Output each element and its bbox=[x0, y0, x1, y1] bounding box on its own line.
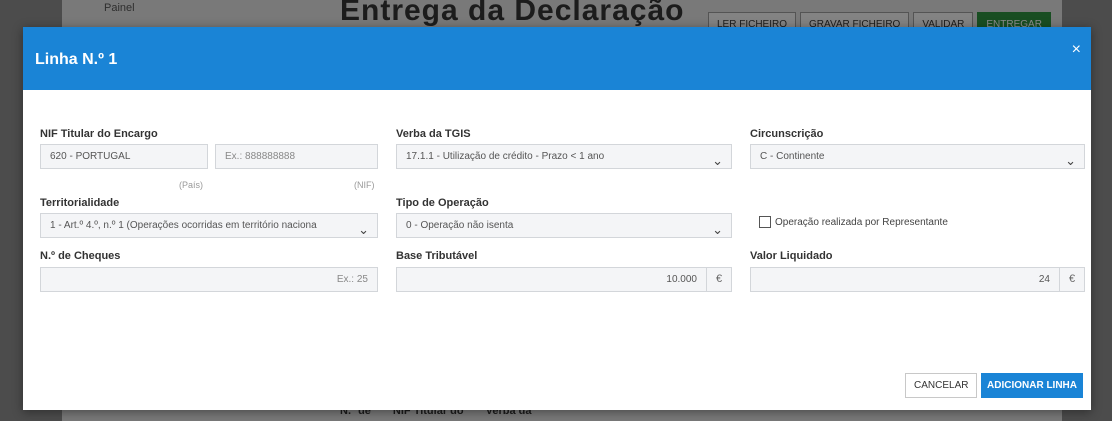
chevron-down-icon: ⌄ bbox=[712, 153, 723, 168]
nif-hint: (NIF) bbox=[354, 180, 375, 190]
tipo-operacao-select[interactable]: 0 - Operação não isenta ⌄ bbox=[396, 213, 732, 238]
circunscricao-label: Circunscrição bbox=[750, 128, 824, 140]
nif-field[interactable]: Ex.: 888888888 bbox=[215, 144, 378, 169]
country-hint: (País) bbox=[179, 180, 204, 190]
verba-select[interactable]: 17.1.1 - Utilização de crédito - Prazo <… bbox=[396, 144, 732, 169]
euro-unit: € bbox=[1059, 268, 1084, 291]
chevron-down-icon: ⌄ bbox=[1065, 153, 1076, 168]
base-tributavel-label: Base Tributável bbox=[396, 250, 478, 262]
territorialidade-value: 1 - Art.º 4.º, n.º 1 (Operações ocorrida… bbox=[50, 220, 317, 231]
representante-checkbox[interactable] bbox=[759, 216, 771, 228]
nif-titular-label: NIF Titular do Encargo bbox=[40, 128, 158, 140]
close-icon[interactable]: × bbox=[1072, 41, 1081, 59]
modal-header: Linha N.º 1 × bbox=[23, 27, 1091, 90]
line-modal: Linha N.º 1 × NIF Titular do Encargo 620… bbox=[23, 27, 1091, 410]
tipo-operacao-label: Tipo de Operação bbox=[396, 197, 489, 209]
cancel-button[interactable]: CANCELAR bbox=[905, 373, 978, 398]
euro-unit: € bbox=[706, 268, 731, 291]
verba-value: 17.1.1 - Utilização de crédito - Prazo <… bbox=[406, 151, 605, 162]
representante-label: Operação realizada por Representante bbox=[775, 217, 948, 228]
country-field[interactable]: 620 - PORTUGAL bbox=[40, 144, 208, 169]
verba-label: Verba da TGIS bbox=[396, 128, 471, 140]
valor-liquidado-value: 24 bbox=[1038, 274, 1050, 285]
base-tributavel-value: 10.000 bbox=[666, 274, 697, 285]
circunscricao-select[interactable]: C - Continente ⌄ bbox=[750, 144, 1085, 169]
cheques-label: N.º de Cheques bbox=[40, 250, 121, 262]
cheques-field[interactable]: Ex.: 25 bbox=[40, 267, 378, 292]
chevron-down-icon: ⌄ bbox=[712, 222, 723, 237]
valor-liquidado-label: Valor Liquidado bbox=[750, 250, 833, 262]
chevron-down-icon: ⌄ bbox=[358, 222, 369, 237]
territorialidade-label: Territorialidade bbox=[40, 197, 120, 209]
tipo-operacao-value: 0 - Operação não isenta bbox=[406, 220, 514, 231]
valor-liquidado-field[interactable]: 24 € bbox=[750, 267, 1085, 292]
modal-title: Linha N.º 1 bbox=[35, 51, 118, 68]
circunscricao-value: C - Continente bbox=[760, 151, 825, 162]
add-line-button[interactable]: ADICIONAR LINHA bbox=[981, 373, 1083, 398]
base-tributavel-field[interactable]: 10.000 € bbox=[396, 267, 732, 292]
territorialidade-select[interactable]: 1 - Art.º 4.º, n.º 1 (Operações ocorrida… bbox=[40, 213, 378, 238]
